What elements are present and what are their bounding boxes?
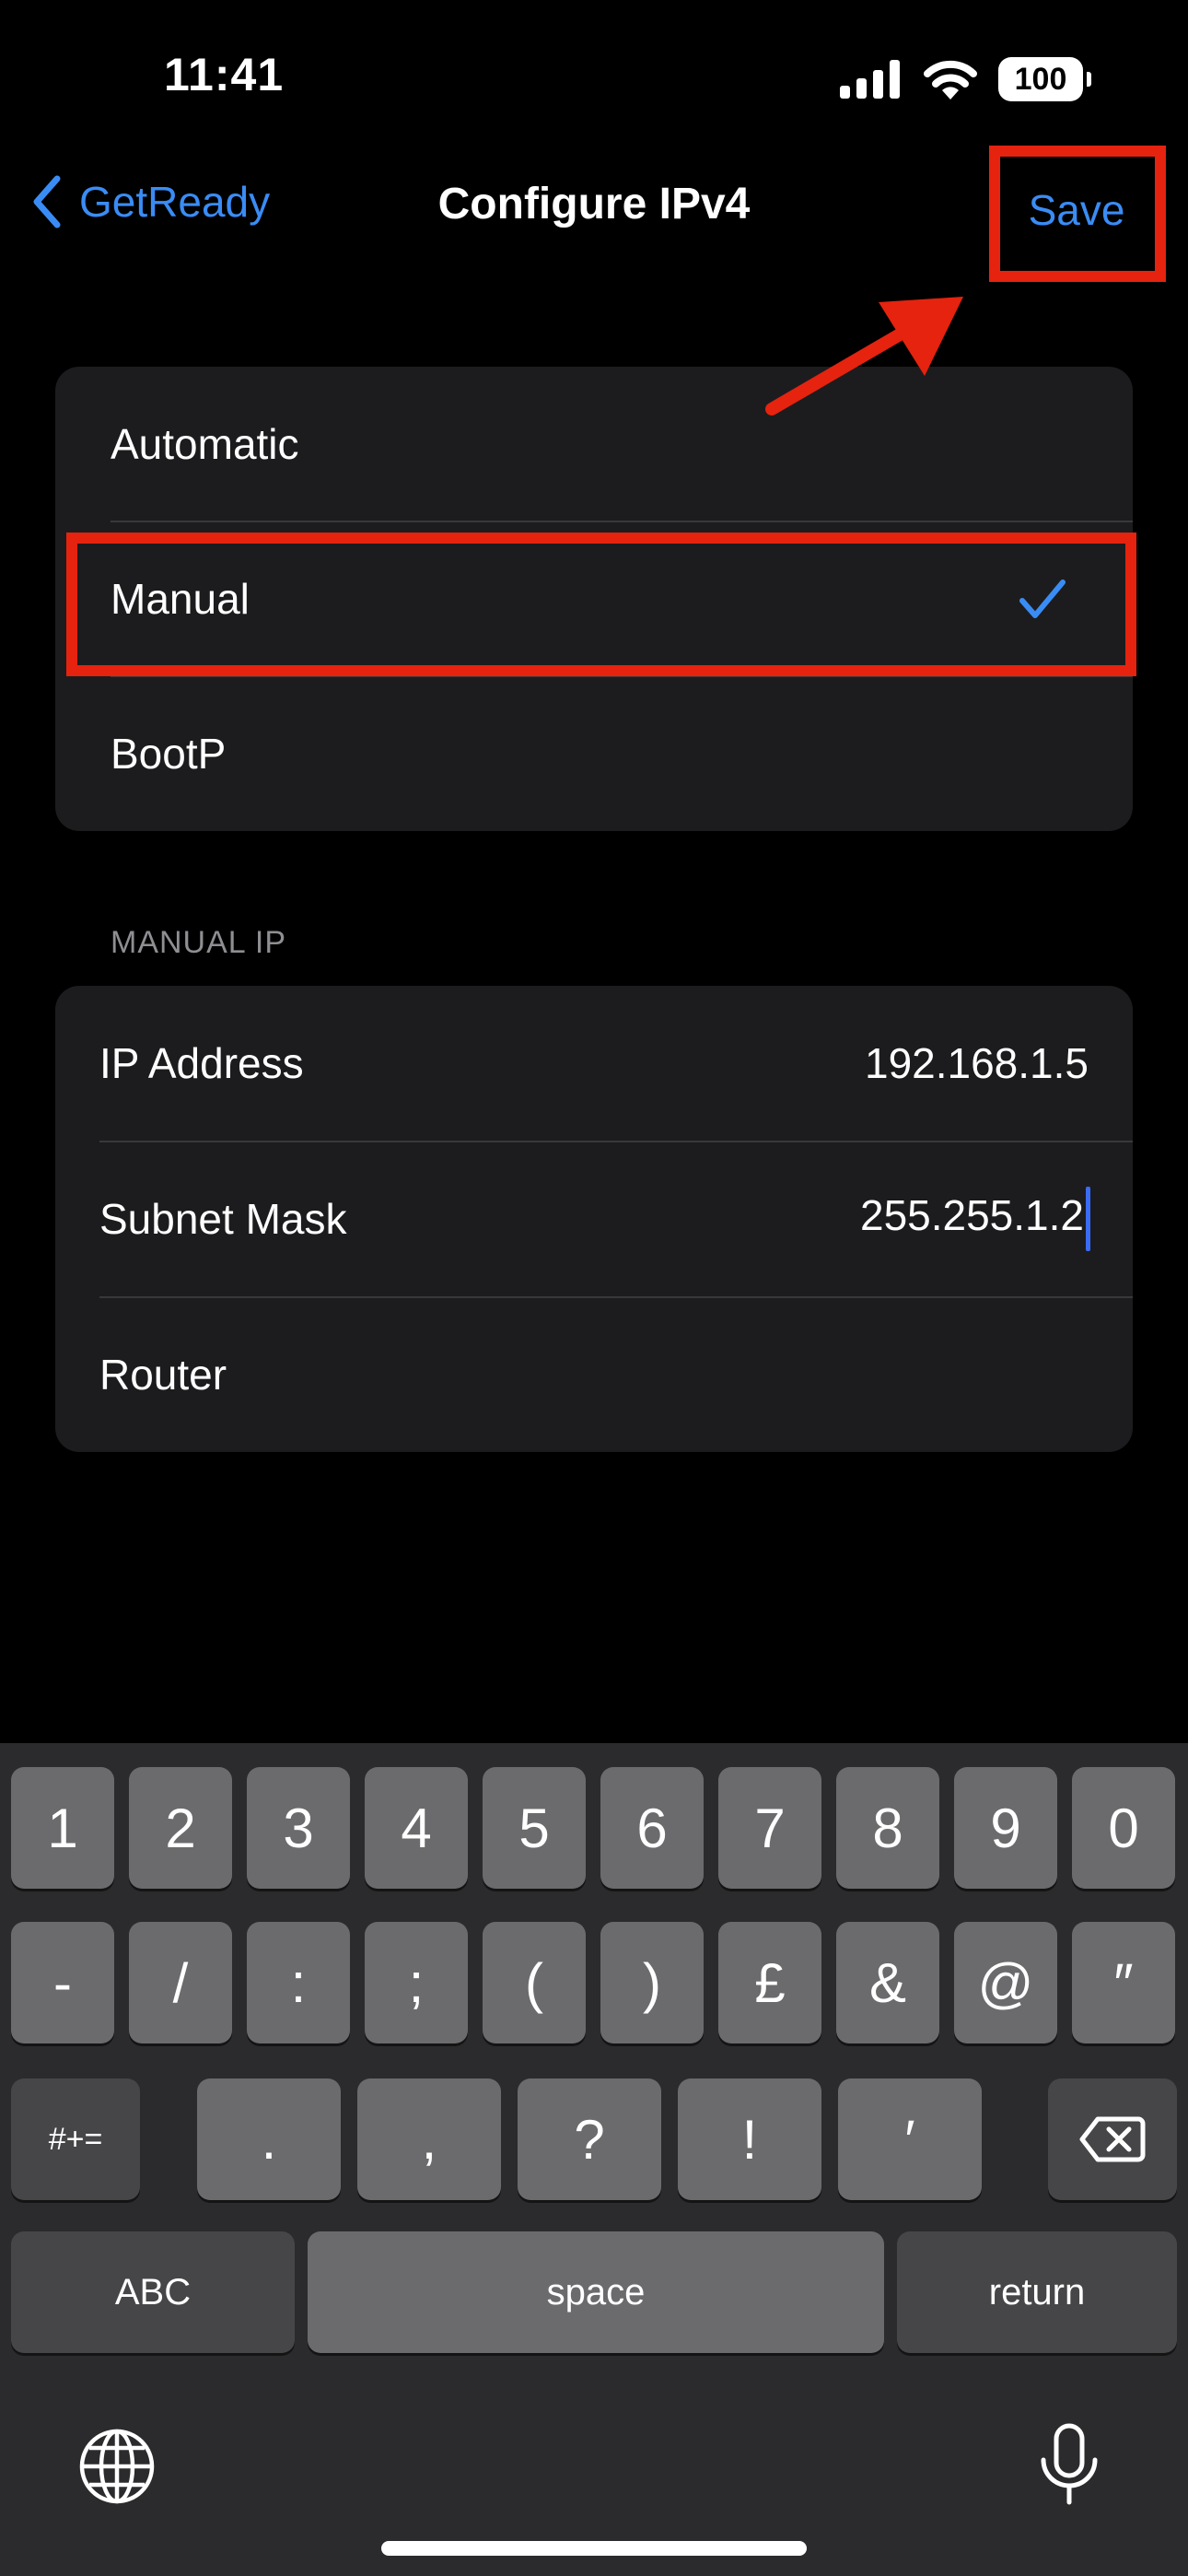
option-manual[interactable]: Manual	[55, 521, 1133, 676]
key-space[interactable]: space	[308, 2231, 884, 2353]
field-label: Subnet Mask	[99, 1195, 347, 1243]
key-4[interactable]: 4	[365, 1767, 468, 1889]
option-label: Automatic	[111, 420, 299, 468]
save-button-label: Save	[1028, 186, 1125, 234]
battery-indicator: 100	[998, 57, 1091, 101]
key-at[interactable]: @	[954, 1922, 1057, 2043]
battery-level: 100	[1014, 61, 1067, 97]
key-8[interactable]: 8	[836, 1767, 939, 1889]
option-label: Manual	[111, 575, 250, 623]
key-prime[interactable]: ′	[838, 2078, 982, 2200]
key-0[interactable]: 0	[1072, 1767, 1175, 1889]
key-5[interactable]: 5	[483, 1767, 586, 1889]
key-abc[interactable]: ABC	[11, 2231, 295, 2353]
delete-backward-icon	[1079, 2116, 1146, 2162]
subnet-mask-field[interactable]: 255.255.1.2	[860, 1187, 1090, 1251]
status-time: 11:41	[164, 49, 285, 100]
key-ampersand[interactable]: &	[836, 1922, 939, 2043]
key-period[interactable]: .	[197, 2078, 341, 2200]
key-pound[interactable]: £	[718, 1922, 821, 2043]
key-2[interactable]: 2	[129, 1767, 232, 1889]
subnet-mask-row[interactable]: Subnet Mask 255.255.1.2	[55, 1142, 1133, 1296]
manual-ip-list: IP Address 192.168.1.5 Subnet Mask 255.2…	[55, 986, 1133, 1452]
key-6[interactable]: 6	[600, 1767, 704, 1889]
ip-address-field[interactable]: 192.168.1.5	[865, 1038, 1089, 1088]
config-options-list: Automatic Manual BootP	[55, 367, 1133, 831]
key-slash[interactable]: /	[129, 1922, 232, 2043]
option-label: BootP	[111, 730, 227, 778]
key-delete[interactable]	[1048, 2078, 1177, 2200]
checkmark-icon	[1019, 580, 1066, 618]
globe-icon[interactable]	[77, 2427, 157, 2506]
key-question[interactable]: ?	[518, 2078, 661, 2200]
key-hyphen[interactable]: -	[11, 1922, 114, 2043]
cellular-signal-icon	[840, 60, 900, 99]
annotation-arrow	[765, 297, 963, 416]
status-icons: 100	[840, 55, 1091, 103]
text-cursor	[1086, 1187, 1090, 1251]
microphone-icon[interactable]	[1037, 2423, 1101, 2508]
key-more-symbols[interactable]: #+=	[11, 2078, 140, 2200]
field-label: Router	[99, 1351, 227, 1399]
key-double-prime[interactable]: ″	[1072, 1922, 1175, 2043]
key-comma[interactable]: ,	[357, 2078, 501, 2200]
ip-address-row[interactable]: IP Address 192.168.1.5	[55, 986, 1133, 1141]
key-7[interactable]: 7	[718, 1767, 821, 1889]
keyboard: 1234567890 - /:;() £ & @ ″ #+= .,?! ′ ABC spac…	[0, 1743, 1188, 2576]
home-indicator	[381, 2541, 807, 2556]
save-button[interactable]: Save	[991, 146, 1162, 275]
key-return[interactable]: return	[897, 2231, 1177, 2353]
key-9[interactable]: 9	[954, 1767, 1057, 1889]
key-colon[interactable]: :	[247, 1922, 350, 2043]
key-exclamation[interactable]: !	[678, 2078, 821, 2200]
section-header-manual-ip: MANUAL IP	[111, 925, 287, 960]
router-row[interactable]: Router	[55, 1297, 1133, 1452]
key-open-paren[interactable]: (	[483, 1922, 586, 2043]
key-1[interactable]: 1	[11, 1767, 114, 1889]
key-3[interactable]: 3	[247, 1767, 350, 1889]
option-bootp[interactable]: BootP	[55, 676, 1133, 831]
key-semicolon[interactable]: ;	[365, 1922, 468, 2043]
key-close-paren[interactable]: )	[600, 1922, 704, 2043]
field-label: IP Address	[99, 1039, 304, 1087]
subnet-mask-value: 255.255.1.2	[859, 1191, 1084, 1240]
wifi-icon	[924, 60, 977, 100]
